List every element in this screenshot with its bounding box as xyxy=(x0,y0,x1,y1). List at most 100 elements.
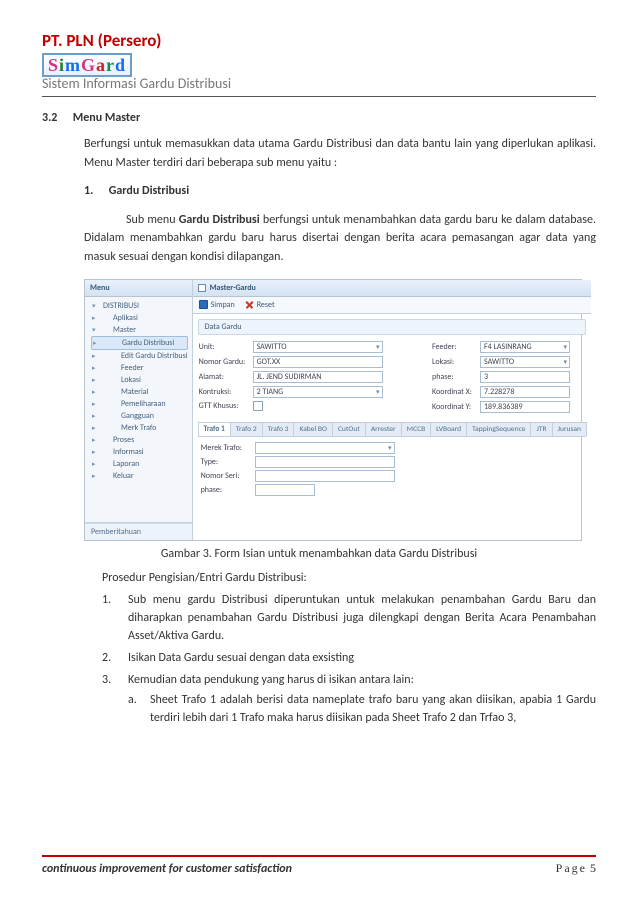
sidebar-pemberitahuan[interactable]: Pemberitahuan xyxy=(85,523,192,540)
item-body: Sub menu Gardu Distribusi berfungsi untu… xyxy=(84,211,596,267)
kx-input[interactable]: 7.228278 xyxy=(480,386,570,398)
footer-slogan: continuous improvement for customer sati… xyxy=(42,862,292,876)
phase-input[interactable]: 3 xyxy=(480,371,570,383)
tree-gardu[interactable]: Gardu Distribusi xyxy=(91,336,188,350)
ky-input[interactable]: 189.836389 xyxy=(480,401,570,413)
tab-jtr[interactable]: JTR xyxy=(530,422,552,436)
alamat-input[interactable]: JL. JEND SUDIRMAN xyxy=(253,371,383,383)
gtt-checkbox[interactable] xyxy=(253,401,263,411)
page-number: Page 5 xyxy=(556,861,596,876)
tree-distribusi[interactable]: DISTRIBUSI xyxy=(91,300,188,312)
tree-material[interactable]: Material xyxy=(91,386,188,398)
lokasi-label: Lokasi: xyxy=(432,357,480,367)
divider xyxy=(42,96,596,97)
merk-label: Merek Trafo: xyxy=(201,443,255,453)
page-icon xyxy=(198,284,206,292)
item-num: 3. xyxy=(102,671,128,727)
company-name: PT. PLN (Persero) xyxy=(42,30,596,51)
reset-button[interactable]: Reset xyxy=(245,300,275,310)
tree-edit-gardu[interactable]: Edit Gardu Distribusi xyxy=(91,350,188,362)
save-icon xyxy=(199,300,208,309)
procedure-list: 1. Sub menu gardu Distribusi diperuntuka… xyxy=(102,591,596,727)
type-input[interactable] xyxy=(255,456,395,468)
item-num: 2. xyxy=(102,649,128,667)
tab-trafo1[interactable]: Trafo 1 xyxy=(198,422,231,436)
screenshot-figure: Menu DISTRIBUSI Aplikasi Master Gardu Di… xyxy=(84,279,582,541)
subitem-num: a. xyxy=(128,691,150,727)
phase2-label: phase: xyxy=(201,485,255,495)
feeder-label: Feeder: xyxy=(432,342,480,352)
tab-cutout[interactable]: CutOut xyxy=(332,422,366,436)
feeder-select[interactable]: F4 LASINRANG xyxy=(480,341,570,353)
tab-header: Master-Gardu xyxy=(193,280,591,297)
unit-select[interactable]: SAWITTO xyxy=(253,341,383,353)
lokasi-select[interactable]: SAWITTO xyxy=(480,356,570,368)
tree-keluar[interactable]: Keluar xyxy=(91,470,188,482)
tab-kabelbo[interactable]: Kabel BO xyxy=(293,422,333,436)
konstruksi-select[interactable]: 2 TIANG xyxy=(253,386,383,398)
sidebar: Menu DISTRIBUSI Aplikasi Master Gardu Di… xyxy=(85,280,193,540)
gtt-label: GTT Khusus: xyxy=(199,401,253,411)
section-intro: Berfungsi untuk memasukkan data utama Ga… xyxy=(84,135,596,172)
toolbar: Simpan Reset xyxy=(193,297,591,314)
subsection-row: 1. Gardu Distribusi xyxy=(84,182,596,201)
trafo-form: Merek Trafo: Type: Nomor Seri: phase: xyxy=(193,437,591,501)
tab-trafo2[interactable]: Trafo 2 xyxy=(230,422,263,436)
form-section-header: Data Gardu xyxy=(198,319,586,335)
tree-master[interactable]: Master xyxy=(91,324,188,336)
tree-merk[interactable]: Merk Trafo xyxy=(91,422,188,434)
tabstrip: Trafo 1 Trafo 2 Trafo 3 Kabel BO CutOut … xyxy=(198,422,586,437)
unit-label: Unit: xyxy=(199,342,253,352)
tree-feeder[interactable]: Feeder xyxy=(91,362,188,374)
list-item: 1. Sub menu gardu Distribusi diperuntuka… xyxy=(102,591,596,645)
tab-title: Master-Gardu xyxy=(210,283,256,293)
sidebar-bottom: Pemberitahuan xyxy=(85,522,192,540)
list-item: 2. Isikan Data Gardu sesuai dengan data … xyxy=(102,649,596,667)
reset-icon xyxy=(245,300,254,309)
tab-jurusan[interactable]: Jurusan xyxy=(552,422,587,436)
tree-aplikasi[interactable]: Aplikasi xyxy=(91,312,188,324)
tree-pemeliharaan[interactable]: Pemeliharaan xyxy=(91,398,188,410)
noseri-input[interactable] xyxy=(255,470,395,482)
tree-laporan[interactable]: Laporan xyxy=(91,458,188,470)
phase-label: phase: xyxy=(432,372,480,382)
item-number: 1. xyxy=(84,182,106,201)
tree-gangguan[interactable]: Gangguan xyxy=(91,410,188,422)
item-num: 1. xyxy=(102,591,128,645)
item-text: Sub menu gardu Distribusi diperuntukan u… xyxy=(128,591,596,645)
tree-informasi[interactable]: Informasi xyxy=(91,446,188,458)
item-text: Isikan Data Gardu sesuai dengan data exs… xyxy=(128,649,596,667)
tree-proses[interactable]: Proses xyxy=(91,434,188,446)
alamat-label: Alamat: xyxy=(199,372,253,382)
tab-tapping[interactable]: TappingSequence xyxy=(466,422,531,436)
figure-caption: Gambar 3. Form Isian untuk menambahkan d… xyxy=(42,547,596,561)
nomor-label: Nomor Gardu: xyxy=(199,357,253,367)
tree: DISTRIBUSI Aplikasi Master Gardu Distrib… xyxy=(85,297,192,522)
tree-lokasi[interactable]: Lokasi xyxy=(91,374,188,386)
nomor-input[interactable]: GOT.XX xyxy=(253,356,383,368)
type-label: Type: xyxy=(201,457,255,467)
subitem-text: Sheet Trafo 1 adalah berisi data namepla… xyxy=(150,691,596,727)
kx-label: Koordinat X: xyxy=(432,387,480,397)
phase2-input[interactable] xyxy=(255,484,315,496)
konstruksi-label: Kontruksi: xyxy=(199,387,253,397)
logo: SimGard xyxy=(42,53,132,77)
item-title: Gardu Distribusi xyxy=(109,184,189,198)
footer: continuous improvement for customer sati… xyxy=(42,855,596,876)
data-gardu-form: Unit:SAWITTO Nomor Gardu:GOT.XX Alamat:J… xyxy=(193,338,591,416)
sublist: a. Sheet Trafo 1 adalah berisi data name… xyxy=(128,691,596,727)
tab-trafo3[interactable]: Trafo 3 xyxy=(262,422,295,436)
tab-mccb[interactable]: MCCB xyxy=(401,422,432,436)
sidebar-header: Menu xyxy=(85,280,192,297)
tab-arrester[interactable]: Arrester xyxy=(365,422,402,436)
section-number: 3.2 xyxy=(42,111,70,125)
main-panel: Master-Gardu Simpan Reset Data Gardu Uni… xyxy=(193,280,591,540)
merk-select[interactable] xyxy=(255,442,395,454)
section-title: Menu Master xyxy=(73,111,141,125)
procedure-title: Prosedur Pengisian/Entri Gardu Distribus… xyxy=(102,571,596,585)
ky-label: Koordinat Y: xyxy=(432,402,480,412)
list-item: 3. Kemudian data pendukung yang harus di… xyxy=(102,671,596,727)
save-button[interactable]: Simpan xyxy=(199,300,235,310)
tab-lvboard[interactable]: LVBoard xyxy=(430,422,467,436)
item-text: Kemudian data pendukung yang harus di is… xyxy=(128,671,596,727)
